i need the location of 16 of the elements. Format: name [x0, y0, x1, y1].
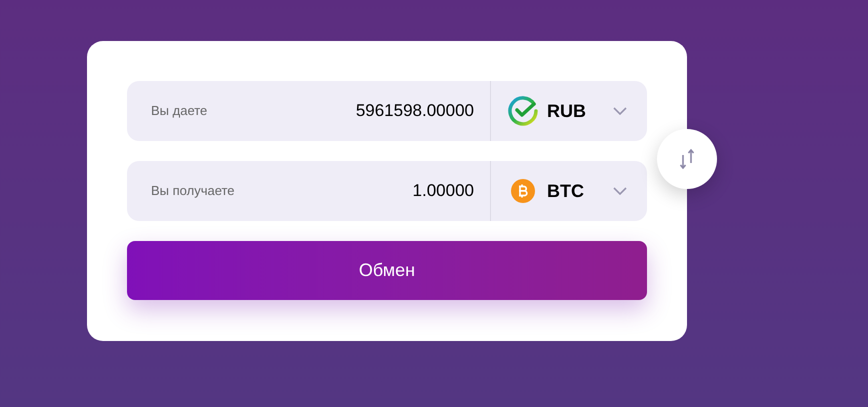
currency-code: BTC	[547, 180, 584, 202]
amount-field[interactable]: Вы получаете 1.00000 BTC	[127, 161, 647, 221]
currency-select[interactable]: RUB	[491, 81, 647, 141]
chevron-down-icon	[613, 107, 627, 115]
field-label: Вы получаете	[151, 182, 235, 200]
exchange-button[interactable]: Обмен	[127, 241, 647, 300]
swap-arrows-icon	[680, 149, 694, 169]
bitcoin-icon	[511, 179, 535, 203]
amount-value: 5961598.00000	[356, 100, 474, 122]
amount-value: 1.00000	[412, 180, 474, 202]
amount-field[interactable]: Вы даете 5961598.00000 RUB	[127, 81, 647, 141]
currency-code: RUB	[547, 100, 586, 122]
check-circle-icon	[507, 95, 539, 127]
currency-select[interactable]: BTC	[491, 161, 647, 221]
chevron-down-icon	[613, 187, 627, 195]
field-label: Вы даете	[151, 102, 208, 120]
